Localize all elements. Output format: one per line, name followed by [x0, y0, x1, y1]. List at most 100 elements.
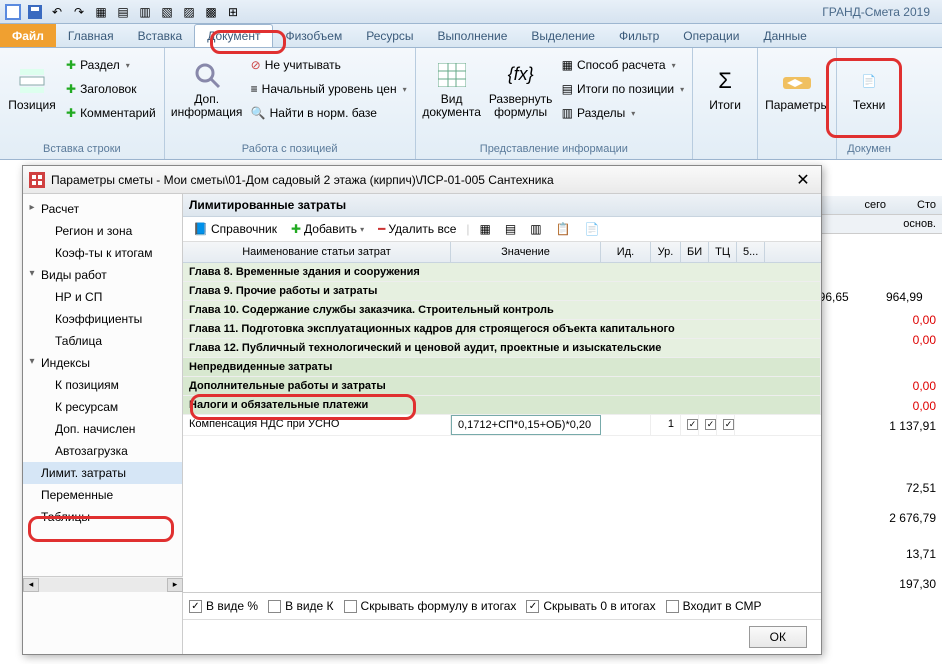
search-icon: 🔍	[251, 106, 266, 120]
tree-item[interactable]: Таблица	[23, 330, 182, 352]
plus-icon: ✚	[291, 222, 301, 236]
tab-insert[interactable]: Вставка	[126, 24, 195, 47]
close-button[interactable]: ✕	[791, 170, 815, 190]
method-icon: ▦	[562, 58, 573, 72]
add-button[interactable]: ✚Добавить▾	[287, 220, 368, 238]
caret-icon: ▸	[27, 202, 37, 213]
ok-button[interactable]: ОК	[749, 626, 807, 648]
row-checkbox[interactable]: ✓	[717, 415, 735, 435]
ignore-button[interactable]: ⊘Не учитывать	[249, 54, 409, 76]
table-row[interactable]: Глава 9. Прочие работы и затраты	[183, 282, 821, 301]
tab-filter[interactable]: Фильтр	[607, 24, 671, 47]
pos-totals-button[interactable]: ▤Итоги по позиции▾	[560, 78, 686, 100]
tree-item[interactable]: Переменные	[23, 484, 182, 506]
table-row[interactable]: Глава 12. Публичный технологический и це…	[183, 339, 821, 358]
dialog-footer: ✓В виде % В виде К Скрывать формулу в ит…	[183, 592, 821, 619]
k-checkbox[interactable]: В виде К	[268, 599, 333, 613]
section-button[interactable]: ✚Раздел▾	[64, 54, 158, 76]
row-checkbox[interactable]: ✓	[699, 415, 717, 435]
table-row[interactable]: Глава 8. Временные здания и сооружения	[183, 263, 821, 282]
totals-button[interactable]: Σ Итоги	[699, 50, 751, 128]
table-row[interactable]: Глава 10. Содержание службы заказчика. С…	[183, 301, 821, 320]
calc-method-button[interactable]: ▦Способ расчета▾	[560, 54, 686, 76]
redo-icon[interactable]: ↷	[70, 3, 88, 21]
qat-icon[interactable]: ▨	[180, 3, 198, 21]
tree-item[interactable]: ▾Индексы	[23, 352, 182, 374]
tree-item[interactable]: Коэф-ты к итогам	[23, 242, 182, 264]
qat-icon[interactable]: ▩	[202, 3, 220, 21]
qat-icon[interactable]: ▥	[136, 3, 154, 21]
tree-item[interactable]: Лимит. затраты	[23, 462, 182, 484]
row-checkbox[interactable]: ✓	[681, 415, 699, 435]
table-row[interactable]: Налоги и обязательные платежи	[183, 396, 821, 415]
undo-icon[interactable]: ↶	[48, 3, 66, 21]
save-icon[interactable]	[26, 3, 44, 21]
qat-icon[interactable]: ▧	[158, 3, 176, 21]
tool-icon[interactable]: ▦	[476, 220, 495, 238]
smr-checkbox[interactable]: Входит в СМР	[666, 599, 762, 613]
tab-select[interactable]: Выделение	[519, 24, 607, 47]
tree-item[interactable]: Регион и зона	[23, 220, 182, 242]
tree-item[interactable]: ▾Виды работ	[23, 264, 182, 286]
position-button[interactable]: Позиция	[6, 50, 58, 128]
sections-button[interactable]: ▥Разделы▾	[560, 102, 686, 124]
tree-item[interactable]: Коэффициенты	[23, 308, 182, 330]
doc-view-button[interactable]: Вид документа	[422, 50, 482, 128]
tab-resources[interactable]: Ресурсы	[354, 24, 425, 47]
tree-scrollbar[interactable]: ◂ ▸	[23, 576, 183, 592]
find-norm-button[interactable]: 🔍Найти в норм. базе	[249, 102, 409, 124]
table-row[interactable]: Дополнительные работы и затраты	[183, 377, 821, 396]
tree-item[interactable]: Доп. начислен	[23, 418, 182, 440]
tab-file[interactable]: Файл	[0, 24, 56, 47]
app-icon	[4, 3, 22, 21]
qat-icon[interactable]: ⊞	[224, 3, 242, 21]
tool-icon[interactable]: ▥	[526, 220, 545, 238]
rows-grid[interactable]: Глава 8. Временные здания и сооруженияГл…	[183, 263, 821, 592]
tech-button[interactable]: 📄 Техни	[843, 50, 895, 128]
qat-icon[interactable]: ▦	[92, 3, 110, 21]
pct-checkbox[interactable]: ✓В виде %	[189, 599, 258, 613]
hide-zero-checkbox[interactable]: ✓Скрывать 0 в итогах	[526, 599, 655, 613]
scroll-left-icon[interactable]: ◂	[23, 578, 39, 592]
tree-item[interactable]: К ресурсам	[23, 396, 182, 418]
tree-item[interactable]: Таблицы	[23, 506, 182, 528]
tab-document[interactable]: Документ	[194, 24, 273, 47]
header-button[interactable]: ✚Заголовок	[64, 78, 158, 100]
extra-info-button[interactable]: Доп. информация	[171, 50, 243, 128]
group-label: Вставка строки	[6, 141, 158, 157]
table-row[interactable]: Непредвиденные затраты	[183, 358, 821, 377]
tree-item[interactable]: Автозагрузка	[23, 440, 182, 462]
dialog-titlebar[interactable]: Параметры сметы - Мои сметы\01-Дом садов…	[23, 166, 821, 194]
book-icon: 📘	[193, 222, 208, 236]
tab-data[interactable]: Данные	[751, 24, 818, 47]
comment-button[interactable]: ✚Комментарий	[64, 102, 158, 124]
tool-icon[interactable]: 📋	[552, 220, 575, 238]
totals-icon: ▤	[562, 82, 573, 96]
qat-icon[interactable]: ▤	[114, 3, 132, 21]
table-row[interactable]: Компенсация НДС при УСНО0,1712+СП*0,15+О…	[183, 415, 821, 436]
tool-icon[interactable]: 📄	[580, 220, 603, 238]
params-button[interactable]: Параметры	[764, 50, 830, 128]
tree-item[interactable]: НР и СП	[23, 286, 182, 308]
tree-item[interactable]: ▸Расчет	[23, 198, 182, 220]
handshake-icon	[781, 65, 813, 97]
tool-icon[interactable]: ▤	[501, 220, 520, 238]
hide-formula-checkbox[interactable]: Скрывать формулу в итогах	[344, 599, 517, 613]
scroll-right-icon[interactable]: ▸	[167, 578, 183, 592]
tab-ops[interactable]: Операции	[671, 24, 751, 47]
dialog-icon	[29, 172, 45, 188]
tab-main[interactable]: Главная	[56, 24, 126, 47]
tree-item[interactable]: К позициям	[23, 374, 182, 396]
table-row[interactable]: Глава 11. Подготовка эксплуатационных ка…	[183, 320, 821, 339]
doc-icon: 📄	[853, 65, 885, 97]
base-price-button[interactable]: ≡Начальный уровень цен▾	[249, 78, 409, 100]
reference-button[interactable]: 📘Справочник	[189, 220, 281, 238]
sigma-icon: Σ	[709, 65, 741, 97]
expand-formulas-button[interactable]: {fx} Развернуть формулы	[488, 50, 554, 128]
menu-tabs: Файл Главная Вставка Документ Физобъем Р…	[0, 24, 942, 48]
tab-phys[interactable]: Физобъем	[273, 24, 354, 47]
app-title: ГРАНД-Смета 2019	[822, 5, 938, 19]
delete-all-button[interactable]: ━Удалить все	[374, 220, 460, 238]
tab-exec[interactable]: Выполнение	[426, 24, 520, 47]
grid-icon	[436, 59, 468, 91]
